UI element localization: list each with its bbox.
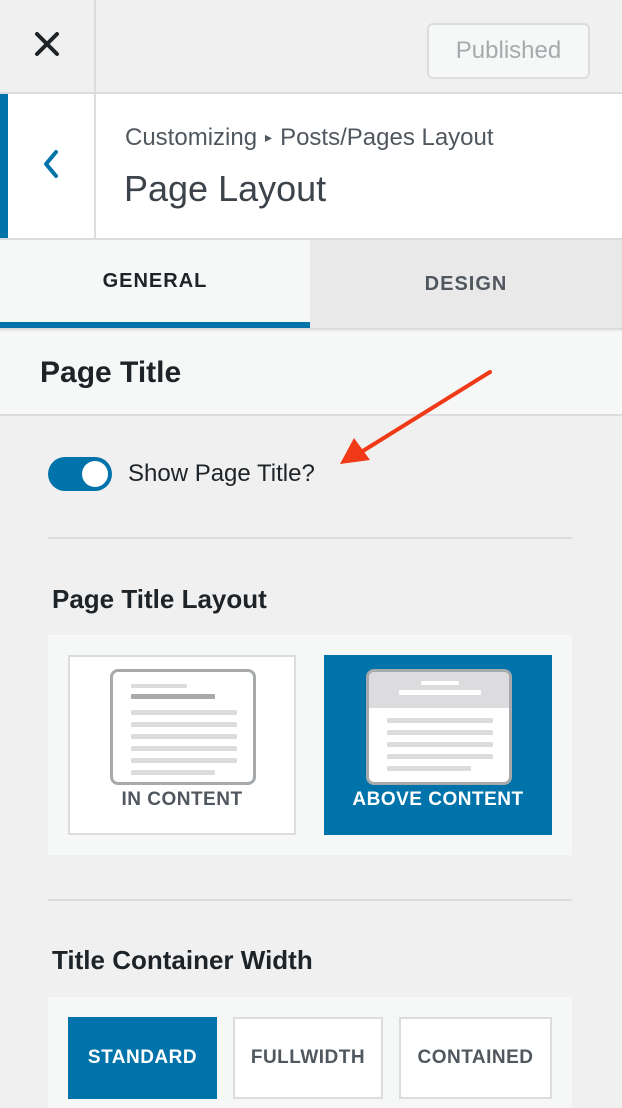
annotation-arrow-icon	[340, 370, 492, 464]
width-standard-button[interactable]: STANDARD	[68, 1017, 217, 1099]
breadcrumb-root: Customizing	[125, 124, 258, 151]
divider	[48, 899, 572, 901]
close-icon	[34, 31, 60, 62]
chevron-left-icon	[41, 148, 61, 185]
layout-option-label: ABOVE CONTENT	[352, 789, 524, 810]
title-container-width-label: Title Container Width	[52, 945, 313, 975]
layout-option-above-content[interactable]: ABOVE CONTENT	[324, 655, 552, 835]
tab-general[interactable]: GENERAL	[0, 240, 310, 328]
breadcrumb-section: Posts/Pages Layout	[280, 124, 494, 151]
divider	[48, 537, 572, 539]
in-content-thumbnail-icon	[110, 669, 256, 785]
show-page-title-toggle[interactable]	[48, 457, 112, 491]
width-contained-button[interactable]: CONTAINED	[399, 1017, 552, 1099]
close-button[interactable]	[0, 0, 96, 92]
breadcrumb: Customizing ▸ Posts/Pages Layout	[125, 124, 494, 152]
width-fullwidth-button[interactable]: FULLWIDTH	[233, 1017, 383, 1099]
page-title-layout-label: Page Title Layout	[52, 584, 267, 614]
show-page-title-label: Show Page Title?	[128, 460, 315, 487]
layout-option-in-content[interactable]: IN CONTENT	[68, 655, 296, 835]
above-content-thumbnail-icon	[366, 669, 512, 785]
published-button[interactable]: Published	[427, 23, 590, 79]
section-title: Page Title	[40, 356, 182, 389]
page-title-layout-options: IN CONTENT ABOVE CONTENT	[48, 635, 572, 855]
layout-option-label: IN CONTENT	[121, 789, 243, 810]
panel-header: Customizing ▸ Posts/Pages Layout Page Layo…	[0, 94, 622, 240]
toggle-knob	[82, 461, 108, 487]
section-header: Page Title	[0, 332, 622, 416]
title-container-width-options: STANDARD FULLWIDTH CONTAINED	[48, 997, 572, 1108]
breadcrumb-separator: ▸	[265, 129, 273, 145]
customizer-topbar: Published	[0, 0, 622, 94]
back-button[interactable]	[0, 94, 96, 238]
page-title: Page Layout	[124, 168, 327, 209]
tab-bar: GENERAL DESIGN	[0, 240, 622, 330]
tab-design[interactable]: DESIGN	[310, 240, 622, 328]
